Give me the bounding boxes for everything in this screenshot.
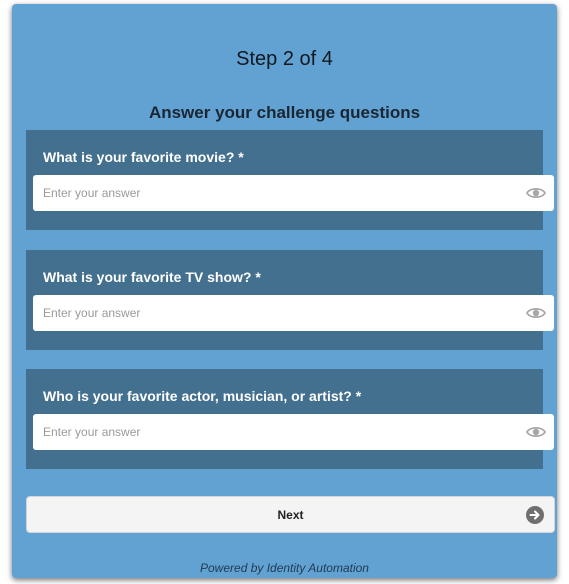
question-label: What is your favorite TV show? * — [43, 269, 261, 285]
question-label: What is your favorite movie? * — [43, 149, 244, 165]
question-block-artist: Who is your favorite actor, musician, or… — [26, 369, 554, 469]
question-block-movie: What is your favorite movie? * — [26, 130, 554, 230]
question-label: Who is your favorite actor, musician, or… — [43, 388, 362, 404]
step-indicator: Step 2 of 4 — [236, 48, 333, 70]
answer-input-movie[interactable] — [33, 175, 513, 211]
challenge-questions-card: Step 2 of 4 Answer your challenge questi… — [12, 4, 557, 578]
answer-input-tv-show[interactable] — [33, 295, 513, 331]
question-block-tv-show: What is your favorite TV show? * — [26, 250, 554, 350]
eye-icon[interactable] — [526, 304, 546, 322]
powered-by-footer: Powered by Identity Automation — [200, 561, 369, 575]
next-button-label: Next — [277, 508, 304, 522]
eye-icon[interactable] — [526, 184, 546, 202]
eye-icon[interactable] — [526, 423, 546, 441]
next-button[interactable]: Next — [26, 496, 555, 533]
answer-input-artist[interactable] — [33, 414, 513, 450]
arrow-right-circle-icon — [526, 506, 544, 524]
page-subtitle: Answer your challenge questions — [148, 103, 421, 122]
answer-field-wrapper — [33, 175, 554, 211]
answer-field-wrapper — [33, 295, 554, 331]
answer-field-wrapper — [33, 414, 554, 450]
